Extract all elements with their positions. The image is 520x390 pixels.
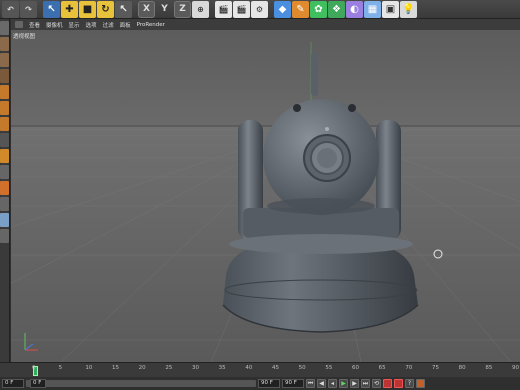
key-selection-icon[interactable]: ?: [405, 379, 414, 388]
timeline-tick-label: 80: [458, 365, 466, 371]
start-frame-field[interactable]: 0 F: [2, 379, 24, 388]
timeline-tick-label: 90: [512, 365, 519, 371]
timeline-tick-label: 85: [485, 365, 493, 371]
preview-start-field[interactable]: 0 F: [30, 379, 46, 388]
coordinate-system-icon[interactable]: ⊕: [192, 0, 209, 18]
polygons-mode-icon[interactable]: [0, 117, 9, 131]
array-clone-icon[interactable]: ❖: [328, 0, 345, 18]
planar-workplane-icon[interactable]: [0, 213, 9, 227]
play-back-icon[interactable]: ◂: [328, 379, 337, 388]
prev-key-icon[interactable]: ◀: [317, 379, 326, 388]
subdivision-generator-icon[interactable]: ✿: [310, 0, 327, 18]
timeline[interactable]: 0 5 10 15 20 25 30 35 40 45 50 55 60 65 70 75 80 85 90: [0, 362, 520, 377]
menu-filter[interactable]: 过滤: [103, 21, 114, 29]
axis-x-button[interactable]: X: [138, 0, 155, 18]
viewport-menubar: 查看 摄像机 显示 选项 过滤 面板 ProRender: [11, 19, 520, 30]
rotate-icon[interactable]: ↻: [97, 0, 114, 18]
workplane-lock-icon[interactable]: [0, 197, 9, 211]
timeline-tick-label: 70: [405, 365, 413, 371]
scale-icon[interactable]: ■: [79, 0, 96, 18]
menu-options[interactable]: 选项: [86, 21, 97, 29]
timeline-tick-label: 5: [58, 365, 63, 371]
goto-end-icon[interactable]: ⏭: [361, 379, 370, 388]
timeline-tick-label: 45: [272, 365, 279, 371]
move-icon[interactable]: ✚: [61, 0, 78, 18]
timeline-tick-label: 20: [138, 365, 146, 371]
quantize-icon[interactable]: [0, 229, 9, 243]
record-icon[interactable]: [383, 379, 392, 388]
end-frame-field[interactable]: 90 F: [282, 379, 304, 388]
cinema4d-window: ↶ ↷ ↖ ✚ ■ ↻ ↖ X Y Z ⊕ 🎬 🎬 ⚙ ◆ ✎ ✿ ❖ ◐ ▦ …: [0, 0, 520, 390]
texture-mode-icon[interactable]: [0, 53, 9, 67]
viewport-scene: [11, 30, 520, 362]
timeline-tick-label: 0: [32, 365, 36, 371]
edges-mode-icon[interactable]: [0, 101, 9, 115]
timeline-tick-label: 25: [165, 365, 173, 371]
timeline-tick-label: 40: [245, 365, 253, 371]
timeline-ruler[interactable]: 0 5 10 15 20 25 30 35 40 45 50 55 60 65 70 75 80 85 90: [14, 365, 519, 376]
timeline-tick-label: 60: [352, 365, 359, 371]
toolbar-separator: [269, 1, 273, 18]
axis-y-button[interactable]: Y: [156, 1, 173, 18]
timeline-tick-label: 30: [192, 365, 199, 371]
menu-cameras[interactable]: 摄像机: [46, 21, 63, 29]
main-toolbar: ↶ ↷ ↖ ✚ ■ ↻ ↖ X Y Z ⊕ 🎬 🎬 ⚙ ◆ ✎ ✿ ❖ ◐ ▦ …: [0, 0, 520, 19]
render-picture-viewer-icon[interactable]: 🎬: [233, 0, 250, 18]
preview-range-slider[interactable]: 0 F: [26, 379, 256, 388]
menu-view[interactable]: 查看: [29, 21, 40, 29]
menu-prorender[interactable]: ProRender: [137, 22, 165, 28]
next-key-icon[interactable]: ▶: [350, 379, 359, 388]
make-editable-icon[interactable]: [0, 21, 9, 35]
deformer-icon[interactable]: ◐: [346, 0, 363, 18]
model-mode-icon[interactable]: [0, 37, 9, 51]
viewport-label: 透视视图: [13, 34, 36, 40]
timeline-tick-label: 10: [85, 365, 93, 371]
points-mode-icon[interactable]: [0, 85, 9, 99]
timeline-tick-label: 15: [112, 365, 119, 371]
undo-icon[interactable]: ↶: [2, 0, 19, 18]
playback-bar: 0 F 0 F 90 F 90 F ⏮ ◀ ◂ ▶ ▶ ⏭ ⟲ ?: [0, 377, 520, 390]
play-icon[interactable]: ▶: [339, 379, 348, 388]
snap-icon[interactable]: [0, 181, 9, 195]
keyframe-position-icon[interactable]: [416, 379, 425, 388]
cube-icon[interactable]: ◆: [274, 0, 291, 18]
timeline-tick-label: 55: [325, 365, 333, 371]
timeline-tick-label: 35: [218, 365, 226, 371]
toolbar-separator: [210, 1, 214, 18]
floor-environment-icon[interactable]: ▦: [364, 0, 381, 18]
preview-end-field[interactable]: 90 F: [258, 379, 280, 388]
last-tool-icon[interactable]: ↖: [115, 0, 132, 18]
select-cursor-icon[interactable]: ↖: [43, 0, 60, 18]
left-toolbar: [0, 19, 10, 362]
timeline-tick-label: 65: [378, 365, 386, 371]
autokey-icon[interactable]: [394, 379, 403, 388]
perspective-viewport[interactable]: 透视视图: [11, 30, 520, 362]
enable-axis-icon[interactable]: [0, 133, 9, 147]
render-view-icon[interactable]: 🎬: [215, 0, 232, 18]
toolbar-separator: [133, 1, 137, 18]
goto-start-icon[interactable]: ⏮: [306, 379, 315, 388]
workplane-icon[interactable]: [0, 69, 9, 83]
viewport-icon: [15, 21, 23, 28]
timeline-tick-label: 50: [298, 365, 306, 371]
menu-display[interactable]: 显示: [69, 21, 80, 29]
loop-icon[interactable]: ⟲: [372, 379, 381, 388]
camera-icon[interactable]: ▣: [382, 0, 399, 18]
redo-icon[interactable]: ↷: [20, 0, 37, 18]
menu-panel[interactable]: 面板: [120, 21, 131, 29]
viewport-solo-icon[interactable]: [0, 165, 9, 179]
light-icon[interactable]: 💡: [400, 0, 417, 18]
tweak-mode-icon[interactable]: [0, 149, 9, 163]
toolbar-separator: [38, 1, 42, 18]
axis-z-button[interactable]: Z: [174, 0, 191, 18]
timeline-tick-label: 75: [432, 365, 439, 371]
render-settings-icon[interactable]: ⚙: [251, 0, 268, 18]
pen-spline-icon[interactable]: ✎: [292, 0, 309, 18]
